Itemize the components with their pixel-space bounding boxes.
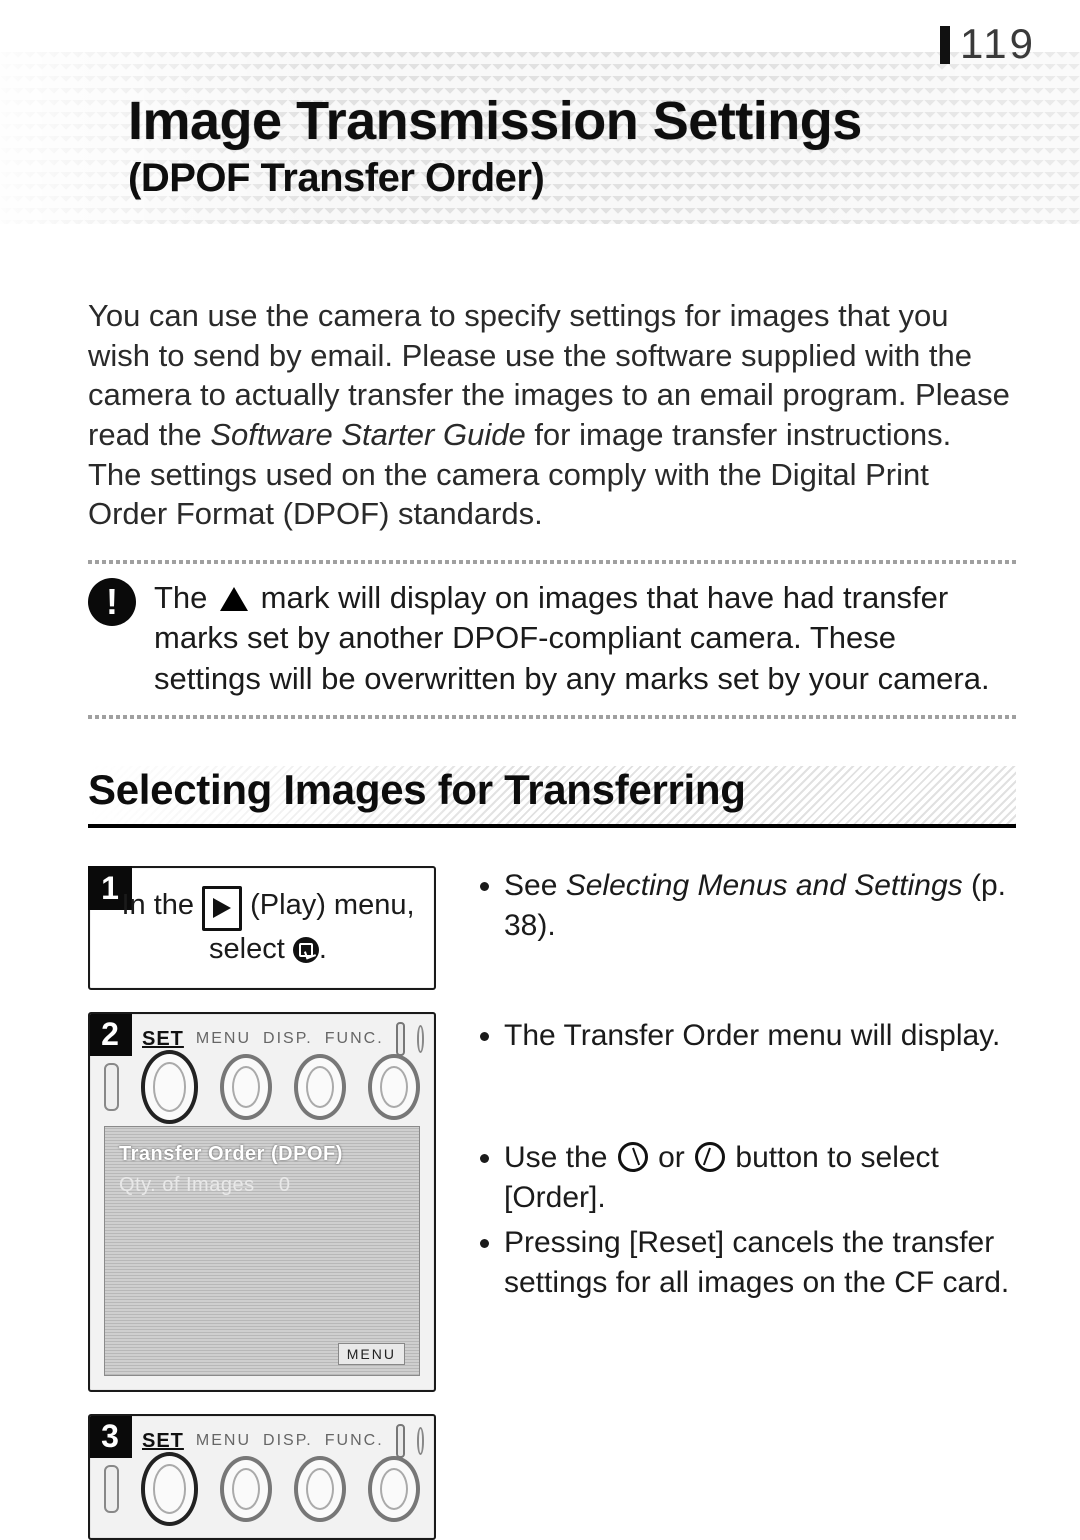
steps-right-column: See Selecting Menus and Settings (p. 38)… (478, 866, 1016, 1540)
transfer-order-menu-icon (293, 937, 319, 963)
note-use-buttons: Use the or button to select [Order]. (504, 1138, 1016, 1217)
step-3-number: 3 (88, 1414, 132, 1458)
warning-triangle-icon (220, 587, 248, 611)
note-g1-em: Selecting Menus and Settings (566, 869, 963, 902)
step-1-line-a: In the (121, 889, 202, 921)
warning-callout: The mark will display on images that hav… (88, 560, 1016, 719)
callout-pre: The (154, 580, 216, 615)
step-2-lcd-screen: Transfer Order (DPOF) Qty. of Images 0 M… (104, 1126, 420, 1376)
page-number-value: 119 (960, 20, 1036, 67)
step-2-button-row: SET MENU DISP. FUNC. (142, 1022, 424, 1056)
strap-lug-icon (104, 1063, 119, 1111)
power-switch-icon (396, 1022, 405, 1056)
play-mode-icon (202, 886, 242, 931)
screen-title: Transfer Order (DPOF) (119, 1143, 405, 1166)
callout-rule-top (88, 560, 1016, 564)
left-button-icon (618, 1142, 648, 1172)
step-3-dial-row (104, 1456, 420, 1522)
dial-icon (220, 1054, 272, 1120)
callout-post: mark will display on images that have ha… (154, 580, 990, 696)
strap-lug-icon (104, 1465, 119, 1513)
dial-icon (368, 1456, 420, 1522)
note-g1-a: See (504, 869, 566, 902)
intro-paragraph: You can use the camera to specify settin… (88, 296, 1016, 534)
screen-menu-badge: MENU (338, 1343, 405, 1365)
step-1-line-d: . (319, 933, 327, 965)
section-heading: Selecting Images for Transferring (88, 766, 1016, 814)
step-1-play-label: (Play) (250, 889, 326, 921)
step-1-line-b: menu, (326, 889, 415, 921)
callout-rule-bottom (88, 715, 1016, 719)
play-triangle-icon (213, 898, 231, 918)
dial-icon (368, 1054, 420, 1120)
step-2-dial-row (104, 1054, 420, 1120)
func-label: FUNC. (325, 1030, 384, 1048)
steps-area: 1 In the (Play) menu, select . 2 SET MEN… (88, 866, 1016, 1540)
power-switch-icon (396, 1424, 405, 1458)
page-title: Image Transmission Settings (128, 90, 862, 152)
menu-label: MENU (196, 1030, 251, 1048)
shutter-ring-icon (417, 1427, 424, 1455)
callout-text: The mark will display on images that hav… (154, 578, 1010, 699)
shutter-ring-icon (417, 1025, 424, 1053)
step-1-card: 1 In the (Play) menu, select . (88, 866, 436, 990)
step-3-button-row: SET MENU DISP. FUNC. (142, 1424, 424, 1458)
page-number-bar-icon (940, 26, 950, 64)
page-number: 119 (940, 20, 1036, 68)
dial-icon (294, 1456, 346, 1522)
page-heading: Image Transmission Settings (DPOF Transf… (128, 90, 862, 201)
set-dial-icon (141, 1452, 199, 1526)
note-g3a-pre: Use the (504, 1141, 616, 1174)
intro-em-guide: Software Starter Guide (210, 417, 525, 452)
step-2-number: 2 (88, 1012, 132, 1056)
set-dial-icon (141, 1050, 199, 1124)
section-heading-block: Selecting Images for Transferring (88, 766, 1016, 814)
screen-qty-label: Qty. of Images (119, 1174, 255, 1196)
screen-qty-value: 0 (279, 1174, 291, 1196)
right-button-icon (695, 1142, 725, 1172)
dial-icon (294, 1054, 346, 1120)
note-reset: Pressing [Reset] cancels the transfer se… (504, 1223, 1016, 1302)
manual-page: 119 Image Transmission Settings (DPOF Tr… (0, 0, 1080, 1529)
note-see-menus: See Selecting Menus and Settings (p. 38)… (504, 866, 1016, 945)
menu-label: MENU (196, 1432, 251, 1450)
set-label: SET (142, 1028, 184, 1051)
screen-qty-row: Qty. of Images 0 (119, 1174, 405, 1197)
step-1-text: In the (Play) menu, select . (114, 886, 422, 968)
func-label: FUNC. (325, 1432, 384, 1450)
page-subtitle: (DPOF Transfer Order) (128, 156, 862, 201)
disp-label: DISP. (263, 1030, 313, 1048)
intro-text-p2: The settings used on the camera comply w… (88, 457, 929, 532)
disp-label: DISP. (263, 1432, 313, 1450)
note-g3a-mid: or (650, 1141, 693, 1174)
step-1-line-c: select (209, 933, 293, 965)
step-3-card: 3 SET MENU DISP. FUNC. (88, 1414, 436, 1540)
step-2b-notes: Use the or button to select [Order]. Pre… (478, 1138, 1016, 1308)
step-2-notes: The Transfer Order menu will display. (478, 1016, 1016, 1116)
exclamation-circle-icon (88, 578, 136, 626)
step-2-card: 2 SET MENU DISP. FUNC. Trans (88, 1012, 436, 1392)
steps-left-column: 1 In the (Play) menu, select . 2 SET MEN… (88, 866, 436, 1540)
step-1-notes: See Selecting Menus and Settings (p. 38)… (478, 866, 1016, 1006)
dial-icon (220, 1456, 272, 1522)
note-transfer-menu: The Transfer Order menu will display. (504, 1016, 1016, 1056)
section-underline (88, 824, 1016, 828)
set-label: SET (142, 1430, 184, 1453)
intro-text-b: for image transfer instructions. (526, 417, 952, 452)
